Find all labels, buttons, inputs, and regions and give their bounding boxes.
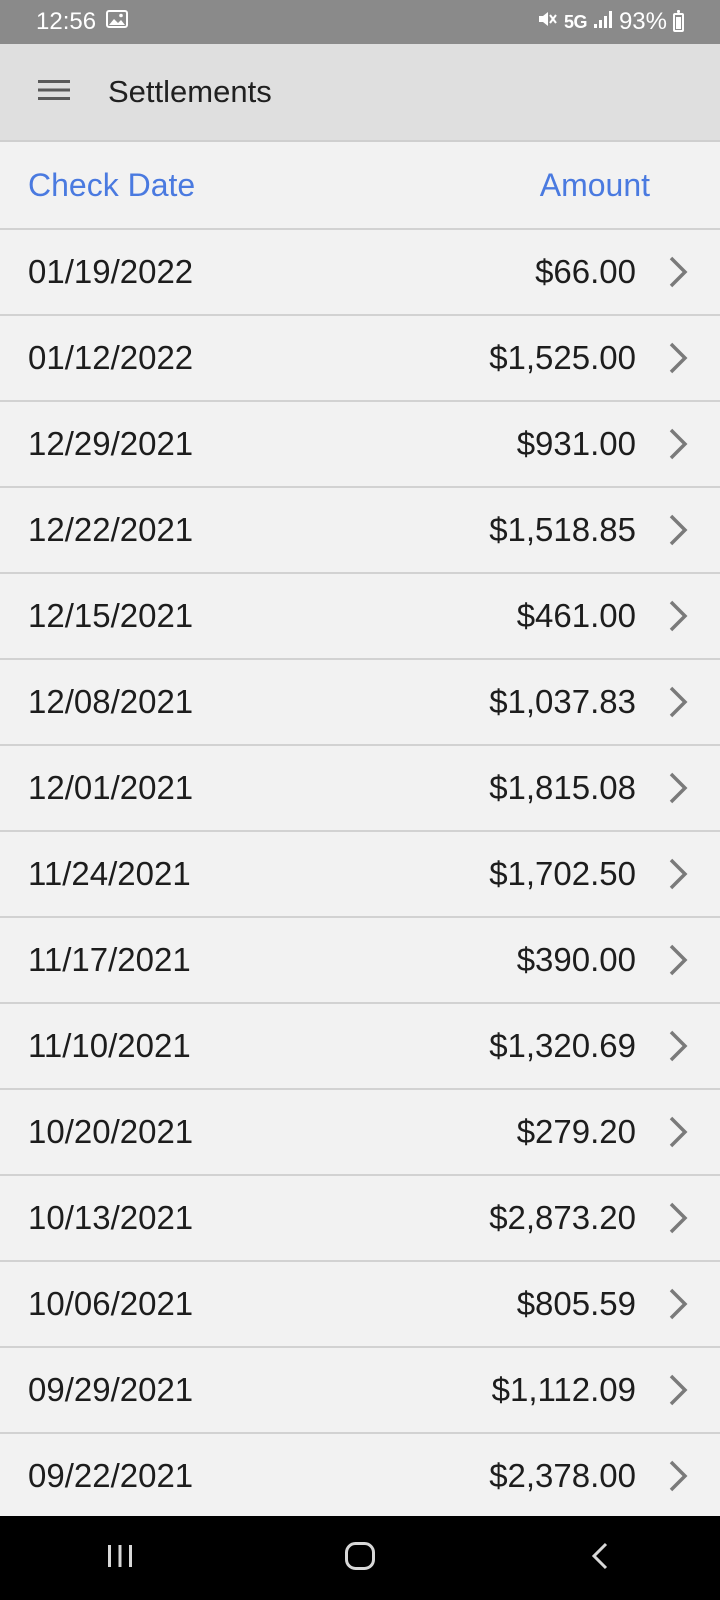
app-bar: Settlements	[0, 44, 720, 142]
status-time: 12:56	[36, 8, 97, 35]
chevron-right-icon	[636, 1459, 720, 1493]
check-date: 01/12/2022	[28, 339, 194, 376]
table-row[interactable]: 01/12/2022 $1,525.00	[0, 316, 720, 402]
chevron-right-icon	[636, 1201, 720, 1235]
amount: $461.00	[516, 597, 636, 634]
amount: $1,702.50	[489, 855, 636, 892]
table-row[interactable]: 01/19/2022 $66.00	[0, 230, 720, 316]
check-date: 12/22/2021	[28, 511, 194, 548]
menu-button[interactable]	[0, 43, 108, 141]
check-date: 12/29/2021	[28, 425, 194, 462]
amount: $1,815.08	[489, 769, 636, 806]
check-date: 12/15/2021	[28, 597, 194, 634]
mute-icon	[536, 8, 558, 37]
signal-icon	[593, 8, 613, 36]
amount: $1,518.85	[489, 511, 636, 548]
settlements-list[interactable]: Check Date Amount 01/19/2022 $66.00 01/1…	[0, 142, 720, 1516]
battery-icon	[673, 9, 684, 32]
recent-apps-icon	[105, 1543, 135, 1574]
column-header-amount[interactable]: Amount	[540, 167, 650, 204]
amount: $1,320.69	[489, 1027, 636, 1064]
amount: $279.20	[516, 1113, 636, 1150]
chevron-right-icon	[636, 771, 720, 805]
table-row[interactable]: 10/06/2021 $805.59	[0, 1262, 720, 1348]
amount: $1,525.00	[489, 339, 636, 376]
check-date: 12/08/2021	[28, 683, 194, 720]
check-date: 10/06/2021	[28, 1285, 194, 1322]
table-row[interactable]: 09/29/2021 $1,112.09	[0, 1348, 720, 1434]
chevron-right-icon	[636, 427, 720, 461]
amount: $2,873.20	[489, 1199, 636, 1236]
amount: $1,112.09	[491, 1371, 636, 1408]
table-row[interactable]: 12/01/2021 $1,815.08	[0, 746, 720, 832]
amount: $390.00	[516, 941, 636, 978]
chevron-right-icon	[636, 513, 720, 547]
chevron-right-icon	[636, 857, 720, 891]
chevron-right-icon	[636, 685, 720, 719]
chevron-right-icon	[636, 599, 720, 633]
check-date: 11/17/2021	[28, 941, 191, 978]
check-date: 01/19/2022	[28, 253, 194, 290]
recent-apps-button[interactable]	[60, 1516, 180, 1600]
chevron-right-icon	[636, 1287, 720, 1321]
chevron-right-icon	[636, 1115, 720, 1149]
check-date: 11/10/2021	[28, 1027, 191, 1064]
image-notification-icon	[106, 8, 129, 36]
chevron-right-icon	[636, 943, 720, 977]
amount: $2,378.00	[489, 1457, 636, 1494]
chevron-right-icon	[636, 1373, 720, 1407]
battery-percent: 93%	[618, 8, 667, 35]
chevron-right-icon	[636, 255, 720, 289]
table-row[interactable]: 11/10/2021 $1,320.69	[0, 1004, 720, 1090]
check-date: 10/13/2021	[28, 1199, 194, 1236]
table-row[interactable]: 11/17/2021 $390.00	[0, 918, 720, 1004]
check-date: 09/22/2021	[28, 1457, 194, 1494]
table-header: Check Date Amount	[0, 142, 720, 230]
table-row[interactable]: 10/13/2021 $2,873.20	[0, 1176, 720, 1262]
table-row[interactable]: 11/24/2021 $1,702.50	[0, 832, 720, 918]
page-title: Settlements	[108, 74, 272, 109]
chevron-right-icon	[636, 341, 720, 375]
table-row[interactable]: 10/20/2021 $279.20	[0, 1090, 720, 1176]
home-icon	[344, 1541, 376, 1576]
table-row[interactable]: 12/29/2021 $931.00	[0, 402, 720, 488]
table-row[interactable]: 12/22/2021 $1,518.85	[0, 488, 720, 574]
check-date: 10/20/2021	[28, 1113, 194, 1150]
chevron-right-icon	[636, 1029, 720, 1063]
amount: $66.00	[535, 253, 636, 290]
check-date: 12/01/2021	[28, 769, 194, 806]
table-row[interactable]: 09/22/2021 $2,378.00	[0, 1434, 720, 1516]
table-row[interactable]: 12/15/2021 $461.00	[0, 574, 720, 660]
check-date: 09/29/2021	[28, 1371, 194, 1408]
home-button[interactable]	[300, 1516, 420, 1600]
amount: $805.59	[516, 1285, 636, 1322]
system-nav-bar	[0, 1516, 720, 1600]
back-icon	[589, 1541, 611, 1576]
status-bar: 12:56 5G 93%	[0, 0, 720, 44]
column-header-check-date[interactable]: Check Date	[28, 167, 195, 204]
back-button[interactable]	[540, 1516, 660, 1600]
hamburger-menu-icon	[37, 78, 71, 107]
network-type: 5G	[563, 11, 588, 32]
amount: $1,037.83	[489, 683, 636, 720]
table-row[interactable]: 12/08/2021 $1,037.83	[0, 660, 720, 746]
amount: $931.00	[516, 425, 636, 462]
check-date: 11/24/2021	[28, 855, 191, 892]
